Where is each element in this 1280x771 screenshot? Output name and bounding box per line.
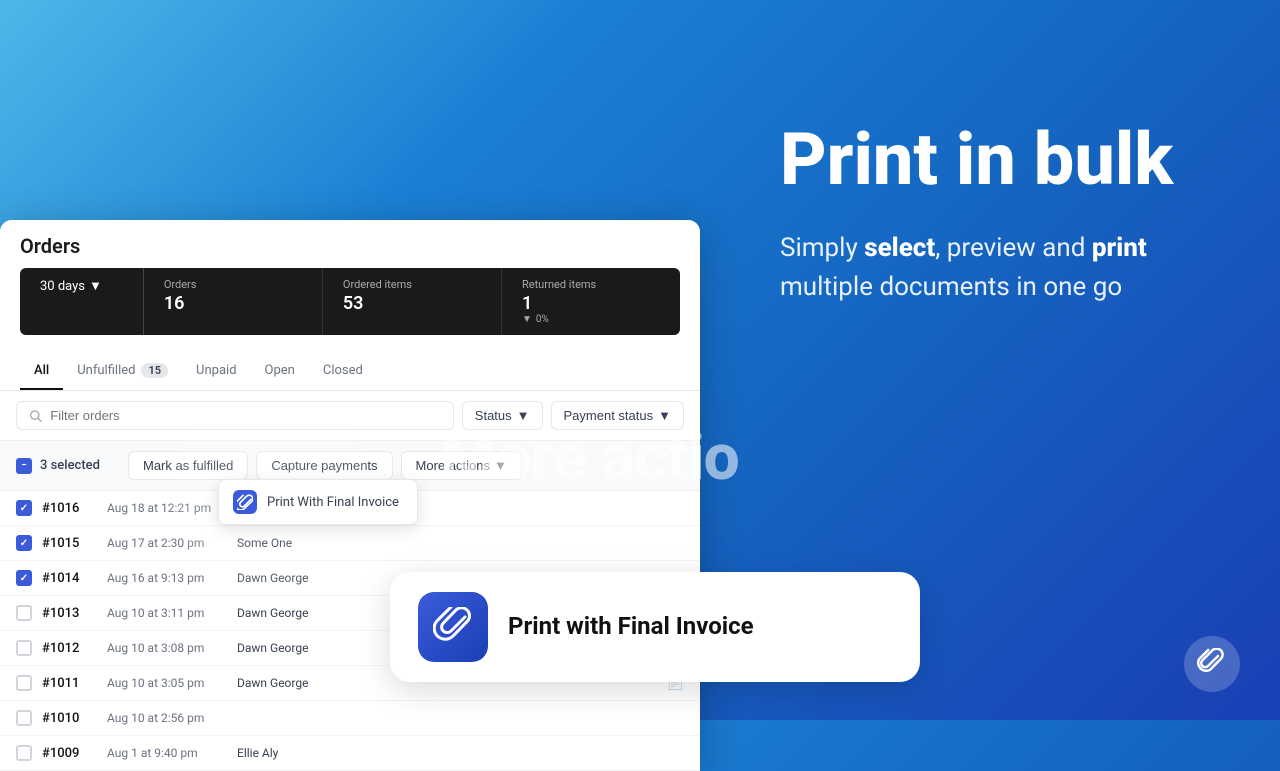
unfulfilled-badge: 15 bbox=[141, 363, 168, 378]
orders-title: Orders bbox=[20, 234, 680, 258]
row-checkbox[interactable] bbox=[16, 710, 32, 726]
tab-closed[interactable]: Closed bbox=[309, 353, 377, 390]
status-filter-btn[interactable]: Status ▼ bbox=[462, 401, 543, 430]
more-actions-btn[interactable]: More actions ▼ bbox=[401, 451, 522, 480]
bottom-logo bbox=[1184, 636, 1240, 692]
tab-all[interactable]: All bbox=[20, 353, 63, 390]
orders-header: Orders 30 days ▼ Orders 16 Ordered items… bbox=[0, 220, 700, 345]
row-checkbox[interactable] bbox=[16, 605, 32, 621]
stats-bar: 30 days ▼ Orders 16 Ordered items 53 Ret… bbox=[20, 268, 680, 335]
feature-card: Print with Final Invoice bbox=[390, 572, 920, 682]
print-final-invoice-icon bbox=[233, 490, 257, 514]
select-all-checkbox[interactable]: − bbox=[16, 458, 32, 474]
logo-icon bbox=[1196, 648, 1228, 680]
mark-fulfilled-btn[interactable]: Mark as fulfilled bbox=[128, 451, 248, 480]
order-row[interactable]: #1009 Aug 1 at 9:40 pm Ellie Aly bbox=[0, 736, 700, 771]
returned-items-stat: Returned items 1 ▼ 0% bbox=[502, 268, 680, 335]
selected-count: 3 selected bbox=[40, 458, 120, 473]
row-checkbox[interactable]: ✓ bbox=[16, 500, 32, 516]
order-row[interactable]: #1010 Aug 10 at 2:56 pm bbox=[0, 701, 700, 736]
order-row[interactable]: ✓ #1015 Aug 17 at 2:30 pm Some One bbox=[0, 526, 700, 561]
payment-status-filter-btn[interactable]: Payment status ▼ bbox=[551, 401, 684, 430]
tab-unfulfilled[interactable]: Unfulfilled 15 bbox=[63, 353, 182, 390]
row-checkbox[interactable]: ✓ bbox=[16, 535, 32, 551]
feature-paperclip-icon bbox=[433, 607, 473, 647]
row-checkbox[interactable] bbox=[16, 640, 32, 656]
toolbar: Status ▼ Payment status ▼ bbox=[0, 391, 700, 441]
print-final-invoice-item[interactable]: Print With Final Invoice bbox=[219, 480, 417, 524]
orders-panel: Orders 30 days ▼ Orders 16 Ordered items… bbox=[0, 220, 700, 771]
row-checkbox[interactable] bbox=[16, 745, 32, 761]
subtext: Simply select, preview and print multipl… bbox=[780, 229, 1220, 307]
tab-unpaid[interactable]: Unpaid bbox=[182, 353, 250, 390]
days-selector[interactable]: 30 days ▼ bbox=[40, 278, 123, 294]
feature-card-icon bbox=[418, 592, 488, 662]
row-checkbox[interactable]: ✓ bbox=[16, 570, 32, 586]
more-actions-dropdown: Print With Final Invoice bbox=[218, 479, 418, 525]
right-panel: Print in bulk Simply select, preview and… bbox=[780, 120, 1220, 307]
search-box[interactable] bbox=[16, 401, 454, 430]
ordered-items-stat: Ordered items 53 bbox=[323, 268, 502, 335]
tabs-row: All Unfulfilled 15 Unpaid Open Closed bbox=[0, 353, 700, 391]
feature-card-label: Print with Final Invoice bbox=[508, 611, 754, 642]
search-icon bbox=[29, 409, 42, 423]
action-bar: − 3 selected Mark as fulfilled Capture p… bbox=[0, 441, 700, 491]
tab-open[interactable]: Open bbox=[251, 353, 309, 390]
paperclip-icon bbox=[237, 494, 253, 510]
orders-stat: Orders 16 bbox=[144, 268, 323, 335]
row-checkbox[interactable] bbox=[16, 675, 32, 691]
capture-payments-btn[interactable]: Capture payments bbox=[256, 451, 392, 480]
days-stat[interactable]: 30 days ▼ bbox=[20, 268, 144, 335]
chevron-down-icon: ▼ bbox=[494, 458, 507, 473]
search-input[interactable] bbox=[50, 408, 441, 423]
headline: Print in bulk bbox=[780, 120, 1220, 199]
